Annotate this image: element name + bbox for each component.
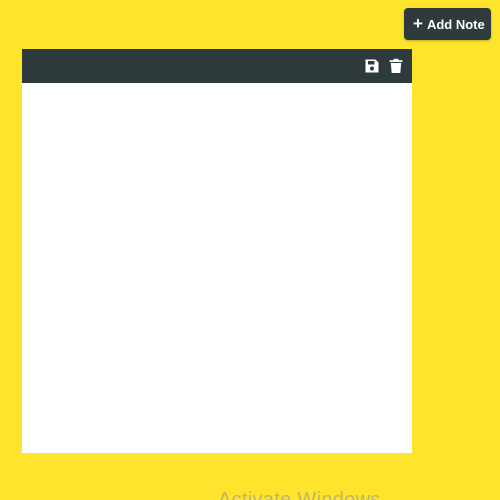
- note-textarea[interactable]: [22, 83, 412, 453]
- notes-page: + Add Note Activate Windows: [0, 0, 500, 500]
- note-toolbar: [22, 49, 412, 83]
- note-card: [22, 49, 412, 453]
- save-icon[interactable]: [364, 58, 380, 74]
- activate-windows-watermark: Activate Windows: [218, 489, 381, 500]
- add-note-button[interactable]: + Add Note: [404, 8, 491, 40]
- plus-icon: +: [413, 13, 423, 33]
- add-note-label: Add Note: [426, 16, 485, 32]
- trash-icon[interactable]: [388, 58, 404, 74]
